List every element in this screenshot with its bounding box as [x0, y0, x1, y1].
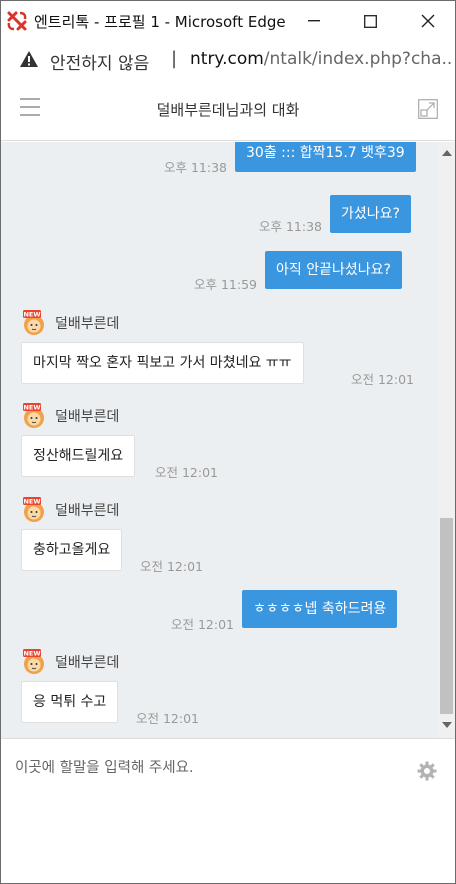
message-time: 오전 12:01: [171, 617, 234, 632]
avatar-icon: NEW: [23, 310, 44, 335]
incoming-message: 응 먹튀 수고: [21, 681, 119, 723]
incoming-message: 충하고올게요: [21, 529, 123, 571]
settings-gear-icon[interactable]: [417, 761, 437, 781]
incoming-message: 정산해드릴게요: [21, 435, 136, 477]
chat-message-area[interactable]: 오후 11:38 30출 ::: 합짝15.7 뱃후39 오후 11:38 가셨…: [1, 142, 455, 738]
message-time: 오전 12:01: [155, 465, 218, 480]
sender-name: 덜배부른데: [55, 503, 120, 519]
maximize-button[interactable]: [347, 1, 393, 41]
avatar-badge: NEW: [23, 404, 40, 412]
popout-icon[interactable]: [418, 99, 438, 119]
message-sender: NEW 덜배부른데: [21, 649, 119, 675]
message-time: 오전 12:01: [136, 711, 199, 726]
message-time: 오후 11:38: [164, 160, 227, 175]
minimize-icon: [308, 20, 320, 22]
message-input[interactable]: [15, 760, 405, 776]
close-button[interactable]: [405, 1, 451, 41]
avatar-badge: NEW: [23, 498, 40, 506]
chat-title: 덜배부른데님과의 대화: [156, 101, 300, 119]
title-bar: 엔트리톡 - 프로필 1 - Microsoft Edge: [1, 1, 455, 41]
avatar-badge: NEW: [23, 311, 40, 319]
message-time: 오후 11:38: [259, 219, 322, 234]
avatar-icon: NEW: [23, 403, 44, 428]
close-icon: [421, 14, 435, 28]
chat-header: 덜배부른데님과의 대화: [1, 79, 455, 141]
minimize-button[interactable]: [291, 1, 337, 41]
maximize-icon: [363, 14, 377, 28]
url-path: /ntalk/index.php?cha...: [263, 49, 452, 69]
scrollbar-thumb[interactable]: [440, 518, 453, 714]
message-sender: NEW 덜배부른데: [21, 403, 119, 429]
sender-name: 덜배부른데: [55, 409, 120, 425]
message-sender: NEW 덜배부른데: [21, 497, 119, 523]
scroll-down-arrow-icon[interactable]: [442, 722, 452, 728]
message-time: 오전 12:01: [351, 372, 414, 387]
avatar-badge: NEW: [23, 650, 40, 658]
avatar-icon: NEW: [23, 649, 44, 674]
outgoing-message: 아직 안끝나셨나요?: [265, 251, 402, 289]
incoming-message: 마지막 짝오 혼자 픽보고 가서 마쳤네요 ㅠㅠ: [21, 342, 304, 384]
outgoing-message: 가셨나요?: [330, 195, 411, 233]
url-host: ntry.com: [190, 49, 264, 69]
window-title: 엔트리톡 - 프로필 1 - Microsoft Edge: [34, 13, 286, 31]
scroll-up-arrow-icon[interactable]: [442, 150, 452, 156]
security-status-label[interactable]: 안전하지 않음: [50, 49, 149, 74]
app-logo-icon: [7, 11, 27, 31]
address-separator: |: [171, 48, 178, 69]
sender-name: 덜배부른데: [55, 316, 120, 332]
message-sender: NEW 덜배부른데: [21, 310, 119, 336]
sender-name: 덜배부른데: [55, 655, 120, 671]
avatar-icon: NEW: [23, 497, 44, 522]
url-text[interactable]: ntry.com/ntalk/index.php?cha...: [190, 49, 452, 69]
message-compose-area: [1, 738, 455, 883]
browser-window: 엔트리톡 - 프로필 1 - Microsoft Edge 안전하지 않음 | …: [0, 0, 456, 884]
outgoing-message: 30출 ::: 합짝15.7 뱃후39: [235, 142, 416, 172]
outgoing-message: ㅎㅎㅎㅎ넵 축하드려용: [242, 590, 398, 628]
message-time: 오전 12:01: [140, 559, 203, 574]
message-time: 오후 11:59: [194, 277, 257, 292]
address-bar[interactable]: 안전하지 않음 | ntry.com/ntalk/index.php?cha..…: [1, 41, 455, 79]
warning-icon[interactable]: [19, 50, 39, 68]
